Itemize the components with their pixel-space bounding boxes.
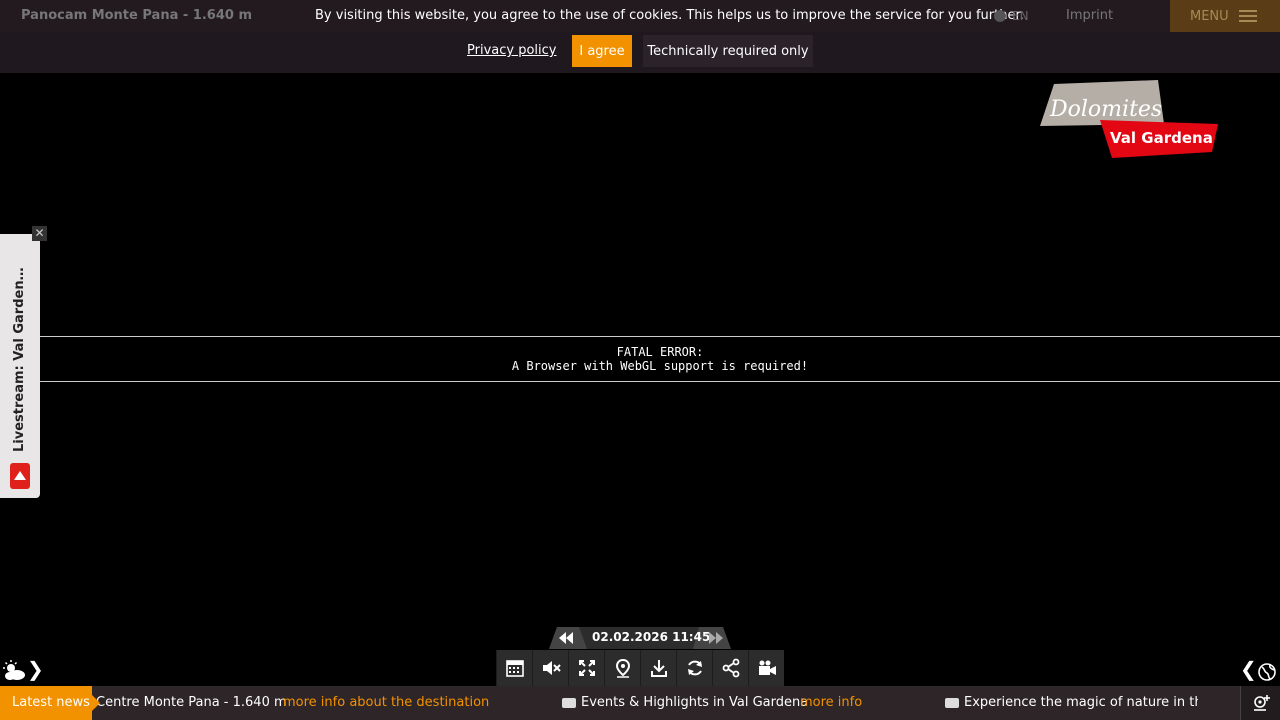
previous-image-icon[interactable] [554,627,580,649]
refresh-button[interactable] [676,650,712,686]
page-title: Panocam Monte Pana - 1.640 m [21,8,252,23]
next-image-icon[interactable] [702,627,728,649]
imprint-link[interactable]: Imprint [1066,8,1113,23]
error-detail: A Browser with WebGL support is required… [511,359,809,373]
news-item: Experience the magic of nature in the D [945,695,1198,710]
calendar-button[interactable] [496,650,532,686]
privacy-policy-link[interactable]: Privacy policy [467,43,556,58]
news-more-info-link[interactable]: more info about the destination [283,695,489,710]
fullscreen-icon [578,660,595,676]
news-item: Centre Monte Pana - 1.640 m [96,695,287,710]
news-more-info-link[interactable]: more info [800,695,862,710]
mute-button[interactable] [532,650,568,686]
video-button[interactable] [748,650,784,686]
add-location-button[interactable] [1240,686,1280,720]
location-plus-icon [1254,695,1270,711]
speaker-muted-icon [542,661,561,675]
date-time-display[interactable]: 02.02.2026 11:45 [592,630,710,644]
webgl-error-message: FATAL ERROR: A Browser with WebGL suppor… [40,336,1280,382]
speech-bubble-icon [562,697,576,708]
fullscreen-button[interactable] [568,650,604,686]
language-selector[interactable]: EN [994,9,1029,23]
date-value: 02.02.2026 [592,630,668,644]
logo-text-dolomites: Dolomites [1049,97,1162,122]
hamburger-icon [1238,10,1257,22]
agree-button[interactable]: I agree [572,35,632,67]
share-button[interactable] [712,650,748,686]
youtube-icon[interactable] [10,463,30,489]
calendar-icon [505,660,524,677]
share-icon [722,658,739,678]
globe-icon[interactable] [1258,663,1276,681]
globe-icon [994,10,1006,22]
refresh-icon [687,660,702,676]
video-camera-icon [758,660,776,675]
chevron-left-icon[interactable]: ❮ [1240,657,1257,681]
close-icon[interactable]: ✕ [32,226,47,241]
language-code: EN [1012,9,1029,23]
technically-required-button[interactable]: Technically required only [643,35,813,67]
menu-label: MENU [1190,8,1229,24]
error-title: FATAL ERROR: [616,345,704,359]
viewer-toolbar [496,650,784,686]
livestream-tab-label: Livestream: Val Gardena... [12,262,27,452]
speech-bubble-icon [945,697,959,708]
menu-button[interactable]: MENU [1170,0,1280,32]
weather-icon[interactable] [2,659,26,681]
news-item: Events & Highlights in Val Gardena [562,695,808,710]
latest-news-badge: Latest news [0,686,100,720]
dolomites-val-gardena-logo[interactable]: Dolomites Val Gardena [1040,80,1222,162]
map-pin-icon [615,658,630,678]
news-ticker-track: Centre Monte Pana - 1.640 m more info ab… [96,686,1198,720]
top-bar: Panocam Monte Pana - 1.640 m By visiting… [0,0,1280,32]
cookie-notice-text: By visiting this website, you agree to t… [315,8,1024,23]
download-icon [650,660,667,677]
download-button[interactable] [640,650,676,686]
cookie-bar: Privacy policy I agree Technically requi… [0,32,1280,73]
chevron-right-icon[interactable]: ❯ [27,657,44,681]
location-button[interactable] [604,650,640,686]
logo-text-val-gardena: Val Gardena [1110,129,1213,147]
